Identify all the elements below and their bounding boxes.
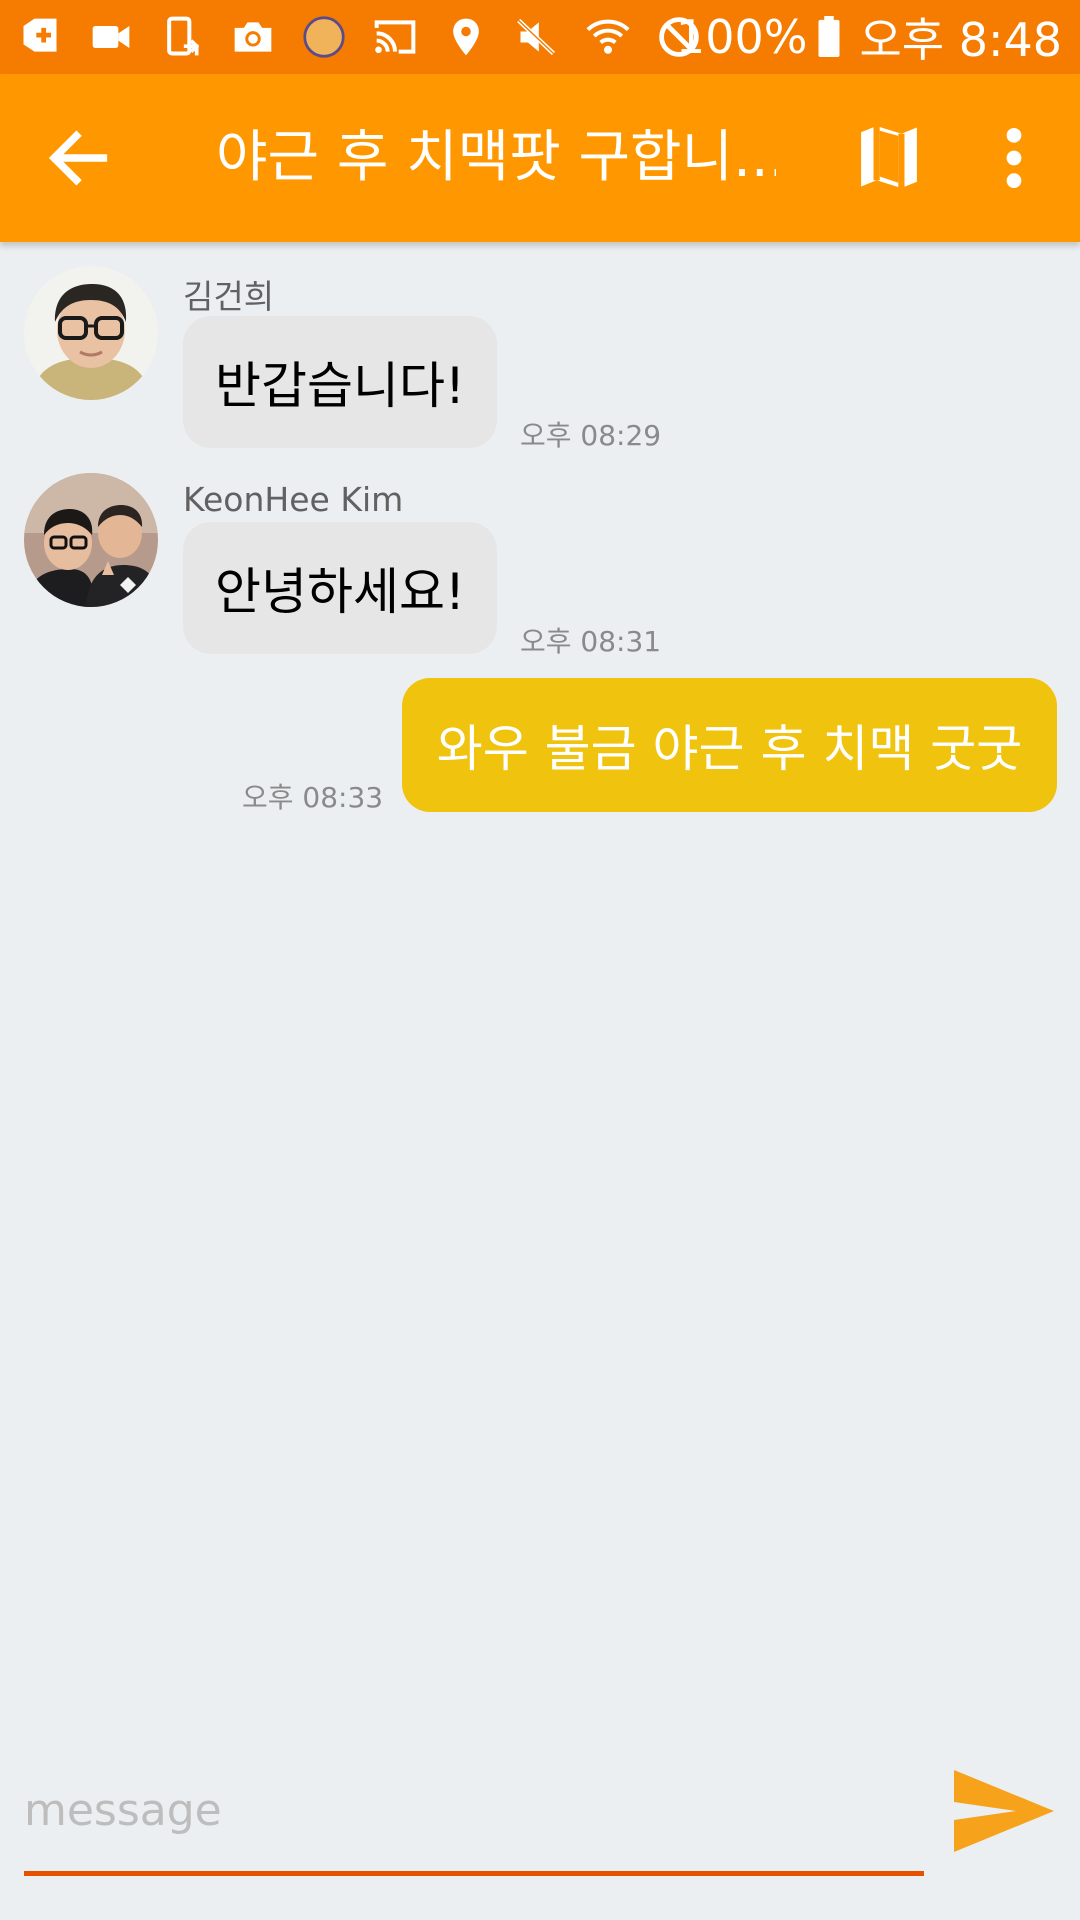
message-bubble-outgoing[interactable]: 와우 불금 야근 후 치맥 굿굿 xyxy=(404,680,1055,810)
location-icon xyxy=(444,15,488,59)
status-right: 100% 오후 8:48 xyxy=(675,8,1062,67)
map-icon[interactable] xyxy=(858,122,920,192)
screen-rotation-icon xyxy=(160,15,204,59)
message-bubble-incoming[interactable]: 반갑습니다! xyxy=(183,316,497,448)
message-input-underline xyxy=(24,1871,924,1876)
avatar[interactable] xyxy=(24,473,158,607)
clock: 오후 8:48 xyxy=(859,13,1062,67)
battery-percent: 100% xyxy=(675,10,808,64)
avatar-photo xyxy=(24,473,158,607)
video-camera-icon xyxy=(89,15,133,59)
message-bubble-incoming[interactable]: 안녕하세요! xyxy=(183,522,497,654)
avatar[interactable] xyxy=(24,266,158,400)
cast-icon xyxy=(373,15,417,59)
circle-app-icon xyxy=(302,15,346,59)
status-bar: 100% 오후 8:48 xyxy=(0,0,1080,74)
app-bar: 야근 후 치맥팟 구합니... xyxy=(0,74,1080,242)
message-time: 오후 08:33 xyxy=(242,781,384,814)
wifi-icon xyxy=(586,15,630,59)
chat-title: 야근 후 치맥팟 구합니... xyxy=(216,125,776,190)
message-input[interactable] xyxy=(24,1780,924,1840)
message-time: 오후 08:31 xyxy=(520,625,662,658)
more-options-icon[interactable] xyxy=(992,124,1036,192)
sender-name: KeonHee Kim xyxy=(183,480,404,519)
add-box-icon xyxy=(18,15,62,59)
mute-icon xyxy=(515,15,559,59)
camera-icon xyxy=(231,15,275,59)
message-time: 오후 08:29 xyxy=(520,419,662,452)
avatar-photo xyxy=(24,266,158,400)
sender-name: 김건희 xyxy=(183,277,275,316)
notification-icons xyxy=(18,10,728,64)
back-arrow-icon[interactable] xyxy=(40,120,116,196)
battery-icon xyxy=(818,16,840,58)
send-icon[interactable] xyxy=(952,1768,1056,1854)
